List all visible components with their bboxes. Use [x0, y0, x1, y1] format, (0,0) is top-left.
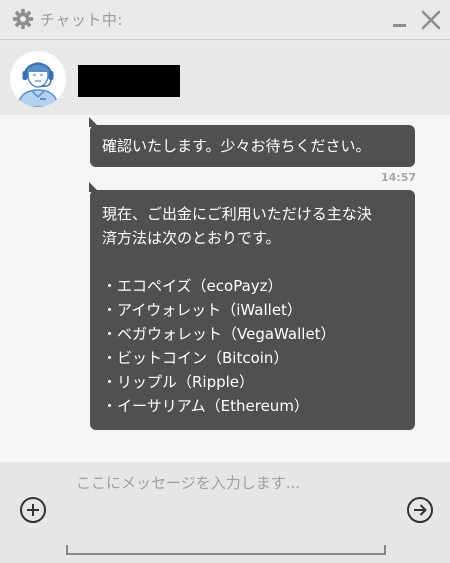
message-text: 確認いたします。少々お待ちください。: [102, 137, 371, 155]
message-line: 済方法は次のとおりです。: [102, 229, 281, 247]
agent-header: [0, 41, 450, 115]
list-item: ・エコペイズ（ecoPayz）: [102, 277, 283, 295]
gear-icon[interactable]: [12, 8, 34, 30]
message-line: 現在、ご出金にご利用いただける主な決: [102, 205, 372, 223]
payment-method-list: ・エコペイズ（ecoPayz） ・アイウォレット（iWallet） ・ベガウォレ…: [102, 274, 403, 418]
message-timestamp: 14:57: [380, 171, 416, 184]
minimize-icon[interactable]: [387, 7, 413, 33]
arrow-right-circle-icon[interactable]: [406, 496, 434, 524]
chat-messages[interactable]: 確認いたします。少々お待ちください。 14:57 現在、ご出金にご利用いただける…: [0, 115, 450, 462]
operator-headset-avatar-icon: [10, 51, 66, 107]
agent-message-bubble: 確認いたします。少々お待ちください。: [89, 117, 415, 167]
bubble-tail: [89, 182, 99, 192]
input-resize-handle[interactable]: [66, 545, 386, 555]
bubble-tail: [89, 117, 99, 127]
window-title: チャット中:: [40, 11, 123, 29]
composer: [0, 462, 450, 563]
list-item: ・アイウォレット（iWallet）: [102, 301, 302, 319]
avatar: [10, 51, 66, 107]
agent-name-redacted: [78, 65, 180, 97]
plus-circle-icon[interactable]: [19, 496, 47, 524]
close-icon[interactable]: [417, 6, 445, 34]
title-bar: チャット中:: [0, 0, 450, 40]
list-item: ・イーサリアム（Ethereum）: [102, 397, 309, 415]
list-item: ・ベガウォレット（VegaWallet）: [102, 325, 336, 343]
list-item: ・ビットコイン（Bitcoin）: [102, 349, 289, 367]
list-item: ・リップル（Ripple）: [102, 373, 255, 391]
message-input[interactable]: [62, 466, 388, 546]
message-paragraph: 現在、ご出金にご利用いただける主な決 済方法は次のとおりです。: [102, 202, 403, 250]
agent-message-bubble: 現在、ご出金にご利用いただける主な決 済方法は次のとおりです。 ・エコペイズ（e…: [89, 182, 415, 430]
